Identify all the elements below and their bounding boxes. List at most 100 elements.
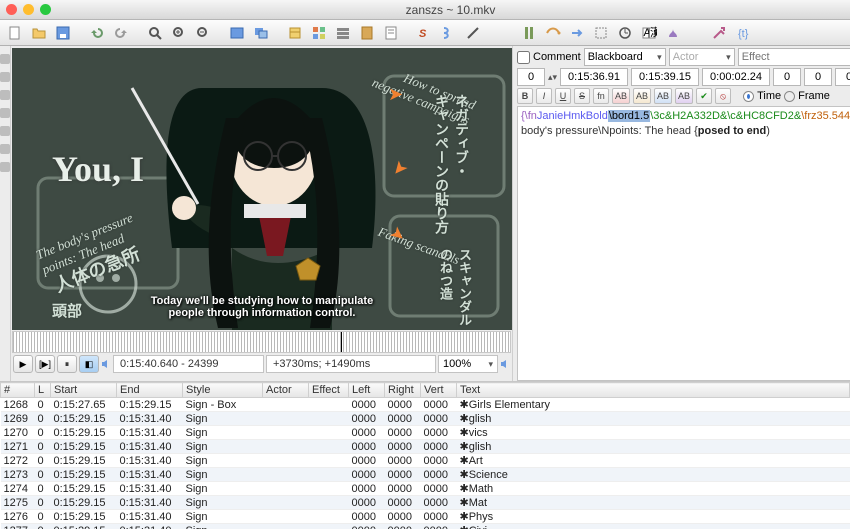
crosshair-tool-icon[interactable] [0,54,10,64]
video-position-field[interactable]: 0:15:40.640 - 24399 [113,355,264,373]
italic-button[interactable]: I [536,88,552,104]
table-row[interactable]: 126800:15:27.650:15:29.15Sign - Box00000… [1,398,850,412]
options-button[interactable]: {t} [732,23,754,43]
zoom-in-button[interactable] [168,23,190,43]
secondary-color-button[interactable]: AB [633,88,651,104]
col-vert[interactable]: Vert [421,383,457,398]
subs-offset-field[interactable]: +3730ms; +1490ms [266,355,436,373]
table-row[interactable]: 127700:15:29.150:15:31.40Sign00000000000… [1,524,850,529]
table-row[interactable]: 127300:15:29.150:15:31.40Sign00000000000… [1,468,850,482]
zoom-out-button[interactable] [192,23,214,43]
col-actor[interactable]: Actor [263,383,309,398]
traffic-lights [6,4,51,15]
drag-tool-icon[interactable] [0,72,10,82]
margin-vert-field[interactable] [835,68,850,86]
strike-button[interactable]: S [574,88,590,104]
subtitle-line-2: people through information control. [12,307,512,320]
table-row[interactable]: 127500:15:29.150:15:31.40Sign00000000000… [1,496,850,510]
video-detach-button[interactable] [250,23,272,43]
autoscroll-toggle[interactable]: ◧ [79,355,99,373]
primary-color-button[interactable]: AB [612,88,630,104]
fonts-collector-button[interactable] [356,23,378,43]
clip-tool-icon[interactable] [0,144,10,154]
table-row[interactable]: 127100:15:29.150:15:31.40Sign00000000000… [1,440,850,454]
table-row[interactable]: 127600:15:29.150:15:31.40Sign00000000000… [1,510,850,524]
video-zoom-select[interactable]: 100%▾ [438,355,498,373]
automation-button[interactable]: S [414,23,436,43]
styles-manager-button[interactable] [308,23,330,43]
undo-button[interactable] [86,23,108,43]
table-row[interactable]: 127400:15:29.150:15:31.40Sign00000000000… [1,482,850,496]
audio-cursor[interactable] [341,332,342,352]
open-file-button[interactable] [28,23,50,43]
spellcheck-button[interactable] [438,23,460,43]
minimize-window-button[interactable] [23,4,34,15]
col-right[interactable]: Right [385,383,421,398]
vector-clip-tool-icon[interactable] [0,162,10,172]
table-row[interactable]: 127200:15:29.150:15:31.40Sign00000000000… [1,454,850,468]
video-jump-button[interactable] [226,23,248,43]
svg-text:S: S [419,28,427,40]
pause-button[interactable]: ⏸ [57,355,77,373]
timing-postprocessor-button[interactable] [614,23,636,43]
close-window-button[interactable] [6,4,17,15]
tool-b-button[interactable] [542,23,564,43]
new-file-button[interactable] [4,23,26,43]
style-select[interactable]: Blackboard▾ [584,48,666,66]
properties-button[interactable] [380,23,402,43]
audio-waveform[interactable] [12,331,511,353]
col-num[interactable]: # [1,383,35,398]
start-time-field[interactable] [560,68,628,86]
play-button[interactable]: ▶ [13,355,33,373]
duration-field[interactable] [702,68,770,86]
styling-assistant-button[interactable] [662,23,684,43]
underline-button[interactable]: U [555,88,571,104]
attachments-button[interactable] [332,23,354,43]
col-effect[interactable]: Effect [309,383,349,398]
actor-select[interactable]: Actor▾ [669,48,735,66]
arrow-icon: ➤ [388,84,403,105]
margin-right-field[interactable] [804,68,832,86]
assdraw-button[interactable] [462,23,484,43]
save-file-button[interactable] [52,23,74,43]
frame-mode-radio[interactable] [784,91,795,102]
zoom-window-button[interactable] [40,4,51,15]
commit-button[interactable]: ✔ [696,88,712,104]
bold-button[interactable]: B [517,88,533,104]
col-text[interactable]: Text [457,383,850,398]
resample-button[interactable] [708,23,730,43]
find-button[interactable] [144,23,166,43]
rotate-z-tool-icon[interactable] [0,90,10,100]
subtitle-grid[interactable]: # L Start End Style Actor Effect Left Ri… [0,381,850,529]
scale-tool-icon[interactable] [0,126,10,136]
tool-a-button[interactable] [518,23,540,43]
rotate-xy-tool-icon[interactable] [0,108,10,118]
col-style[interactable]: Style [183,383,263,398]
comment-checkbox[interactable] [517,51,530,64]
outline-color-button[interactable]: AB [654,88,672,104]
col-left[interactable]: Left [349,383,385,398]
redo-button[interactable] [110,23,132,43]
tool-c-button[interactable] [566,23,588,43]
end-time-field[interactable] [631,68,699,86]
play-line-button[interactable]: [▶] [35,355,55,373]
video-preview[interactable]: You, I The body's pressure points: The h… [12,48,512,330]
table-row[interactable]: 127000:15:29.150:15:31.40Sign00000000000… [1,426,850,440]
kanji-timer-button[interactable]: An漢 [638,23,660,43]
col-end[interactable]: End [117,383,183,398]
revert-button[interactable]: ⦸ [715,88,731,104]
col-layer[interactable]: L [35,383,51,398]
font-name-button[interactable]: fn [593,88,609,104]
col-start[interactable]: Start [51,383,117,398]
shift-times-button[interactable] [284,23,306,43]
margin-left-field[interactable] [773,68,801,86]
table-row[interactable]: 126900:15:29.150:15:31.40Sign00000000000… [1,412,850,426]
layer-field[interactable] [517,68,545,86]
tool-d-button[interactable] [590,23,612,43]
shadow-color-button[interactable]: AB [675,88,693,104]
layer-stepper-icon[interactable]: ▴▾ [548,72,557,83]
effect-field[interactable] [738,48,850,66]
subtitle-text-editor[interactable]: {\fnJanieHmkBold\bord1.5\3c&H2A332D&\c&H… [517,106,850,381]
comment-label: Comment [533,51,581,63]
time-mode-radio[interactable] [743,91,754,102]
